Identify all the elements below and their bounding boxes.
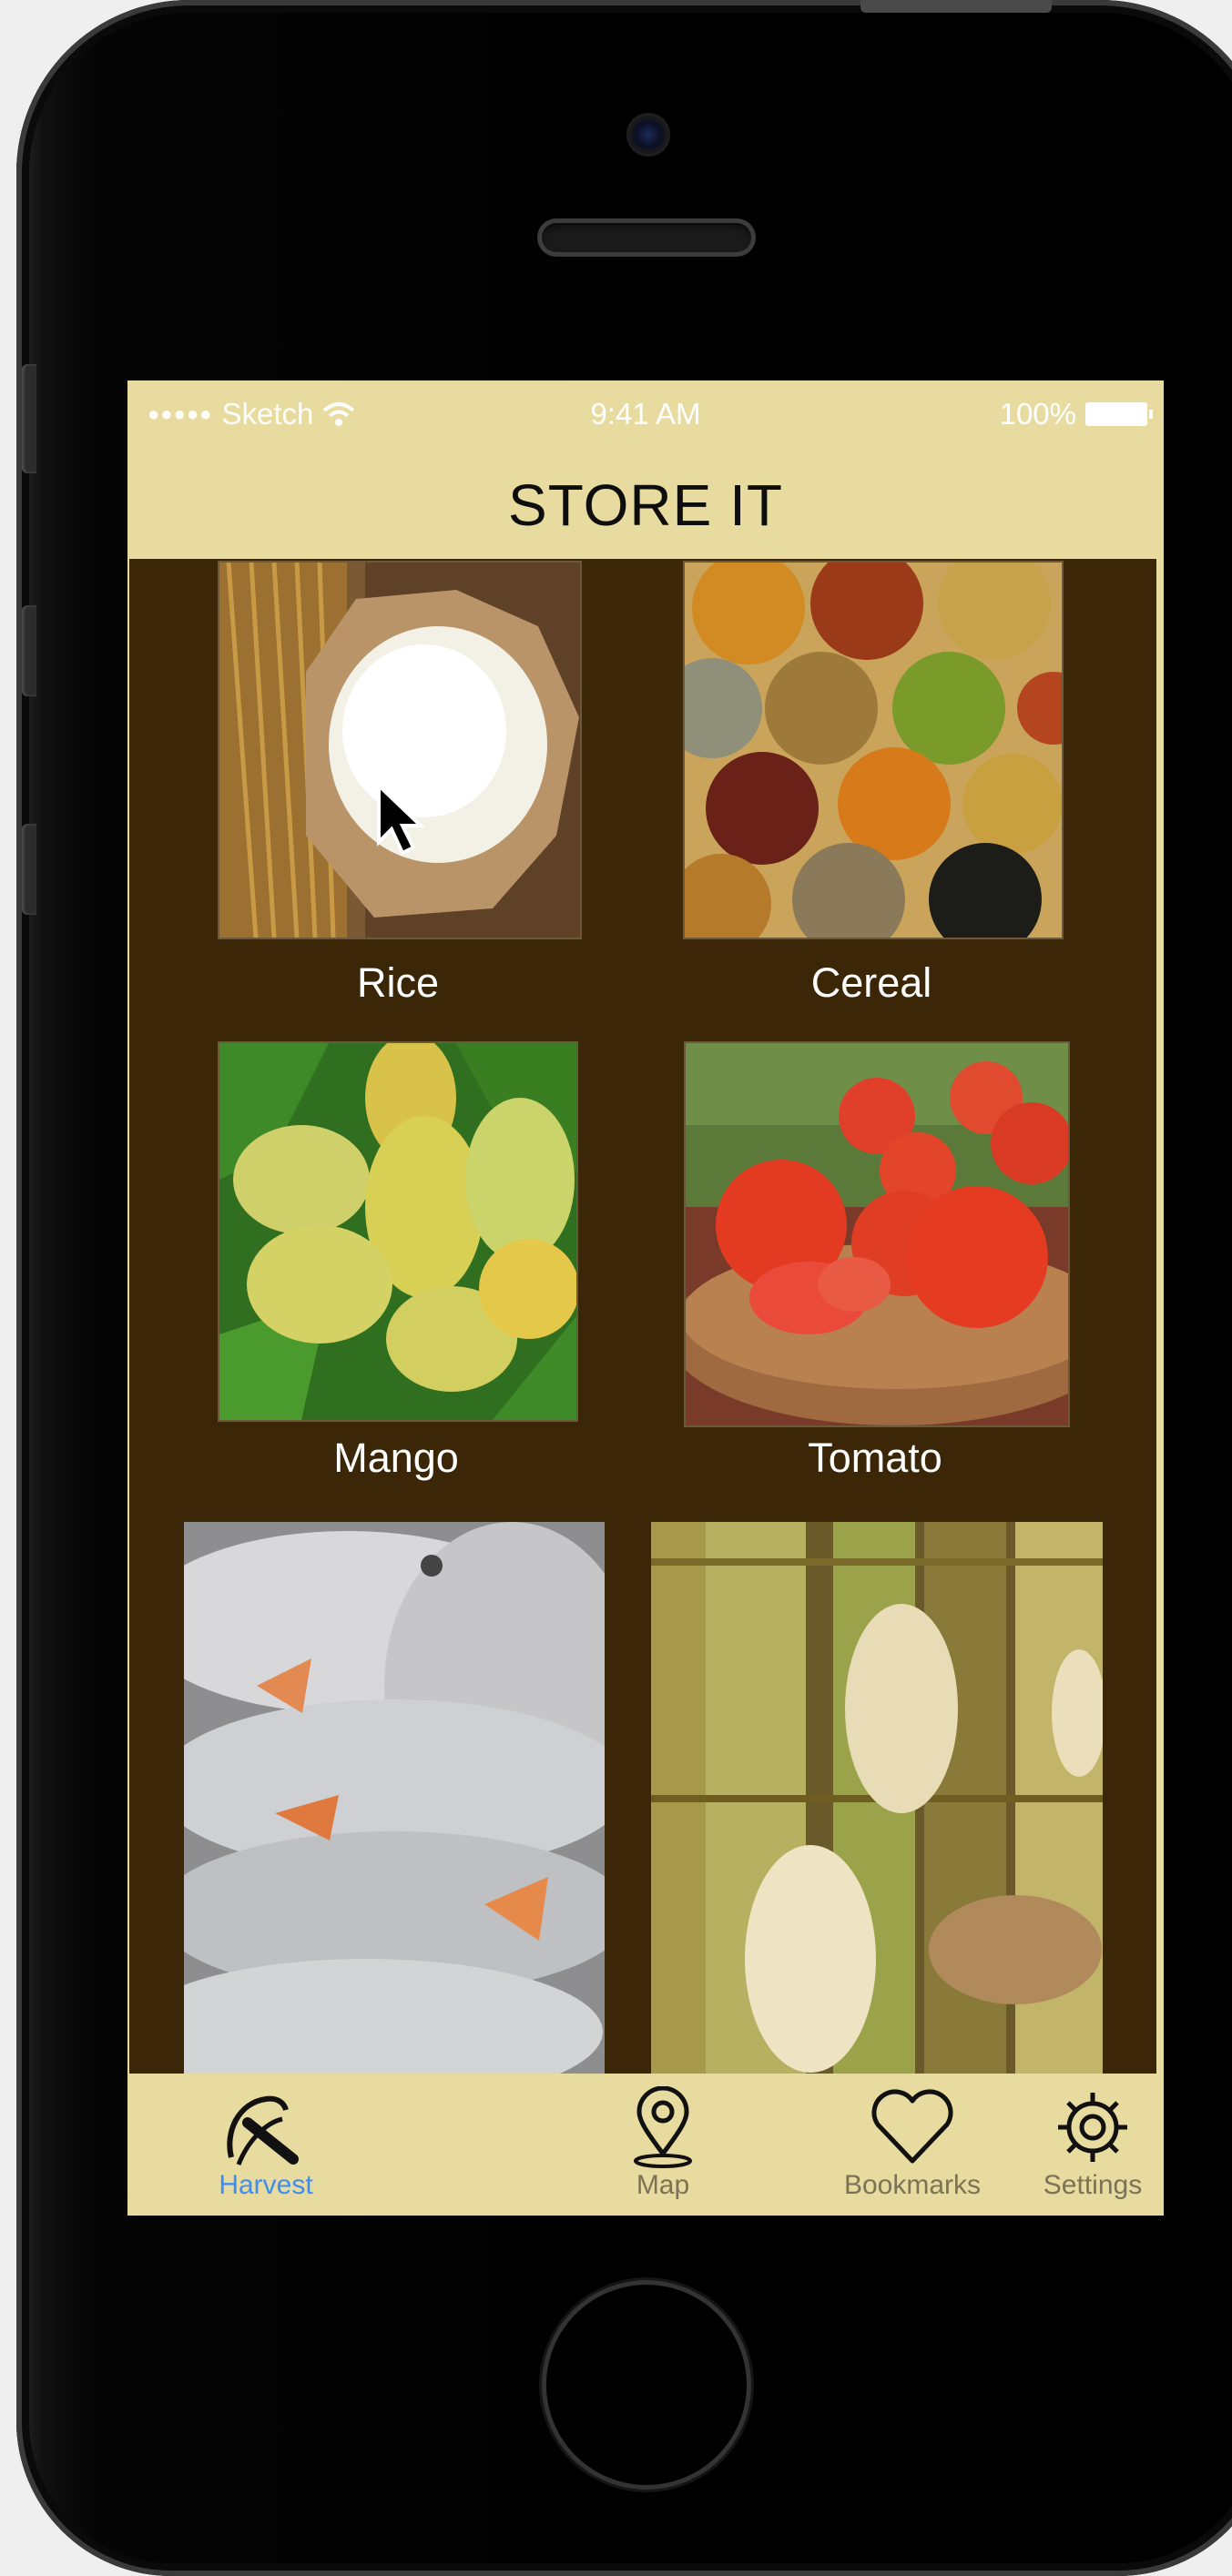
volume-up-button bbox=[22, 605, 36, 696]
rice-tile[interactable] bbox=[218, 561, 582, 939]
earpiece-speaker bbox=[537, 218, 756, 257]
tomato-tile[interactable] bbox=[684, 1041, 1070, 1427]
cereal-image bbox=[685, 563, 1062, 938]
front-camera bbox=[626, 113, 670, 157]
mango-image bbox=[219, 1043, 576, 1420]
tab-harvest-label: Harvest bbox=[219, 2170, 313, 2200]
app-screen: ●●●●● Sketch 9:41 AM 100% STORE IT Rice … bbox=[127, 380, 1164, 2216]
tab-harvest[interactable]: Harvest bbox=[193, 2075, 339, 2216]
mute-switch bbox=[22, 364, 36, 473]
sugarcane-tile[interactable] bbox=[651, 1522, 1103, 2074]
fish-image bbox=[184, 1522, 605, 2074]
tab-bookmarks[interactable]: Bookmarks bbox=[821, 2075, 1003, 2216]
tab-bar: Harvest Map Bookmarks Settings bbox=[127, 2075, 1164, 2216]
rice-image bbox=[219, 563, 580, 938]
status-bar: ●●●●● Sketch 9:41 AM 100% bbox=[127, 380, 1164, 448]
category-grid: Rice Cereal Mango Tomato bbox=[129, 559, 1156, 2074]
battery-percent: 100% bbox=[999, 397, 1076, 431]
cereal-label: Cereal bbox=[810, 959, 932, 1006]
status-battery-group: 100% bbox=[999, 397, 1153, 431]
cereal-tile[interactable] bbox=[683, 561, 1064, 939]
mango-label: Mango bbox=[333, 1435, 459, 1481]
fish-tile[interactable] bbox=[184, 1522, 605, 2074]
tab-bookmarks-label: Bookmarks bbox=[843, 2170, 982, 2200]
volume-down-button bbox=[22, 824, 36, 915]
home-button[interactable] bbox=[542, 2280, 751, 2490]
tab-map-label: Map bbox=[636, 2170, 690, 2200]
mango-tile[interactable] bbox=[218, 1041, 578, 1422]
tomato-label: Tomato bbox=[808, 1435, 942, 1481]
tab-settings[interactable]: Settings bbox=[1011, 2075, 1164, 2216]
rice-label: Rice bbox=[356, 959, 440, 1006]
power-button bbox=[860, 0, 1052, 13]
tab-settings-label: Settings bbox=[1043, 2170, 1143, 2200]
page-title: STORE IT bbox=[508, 472, 783, 538]
sugarcane-image bbox=[651, 1522, 1103, 2074]
heart-icon bbox=[871, 2089, 953, 2164]
mouse-cursor-icon bbox=[377, 782, 425, 856]
gear-icon bbox=[1058, 2093, 1127, 2162]
map-pin-icon bbox=[634, 2086, 692, 2168]
tomato-image bbox=[686, 1043, 1068, 1425]
tab-map[interactable]: Map bbox=[590, 2075, 736, 2216]
harvest-icon bbox=[227, 2095, 299, 2165]
battery-icon bbox=[1085, 402, 1153, 426]
